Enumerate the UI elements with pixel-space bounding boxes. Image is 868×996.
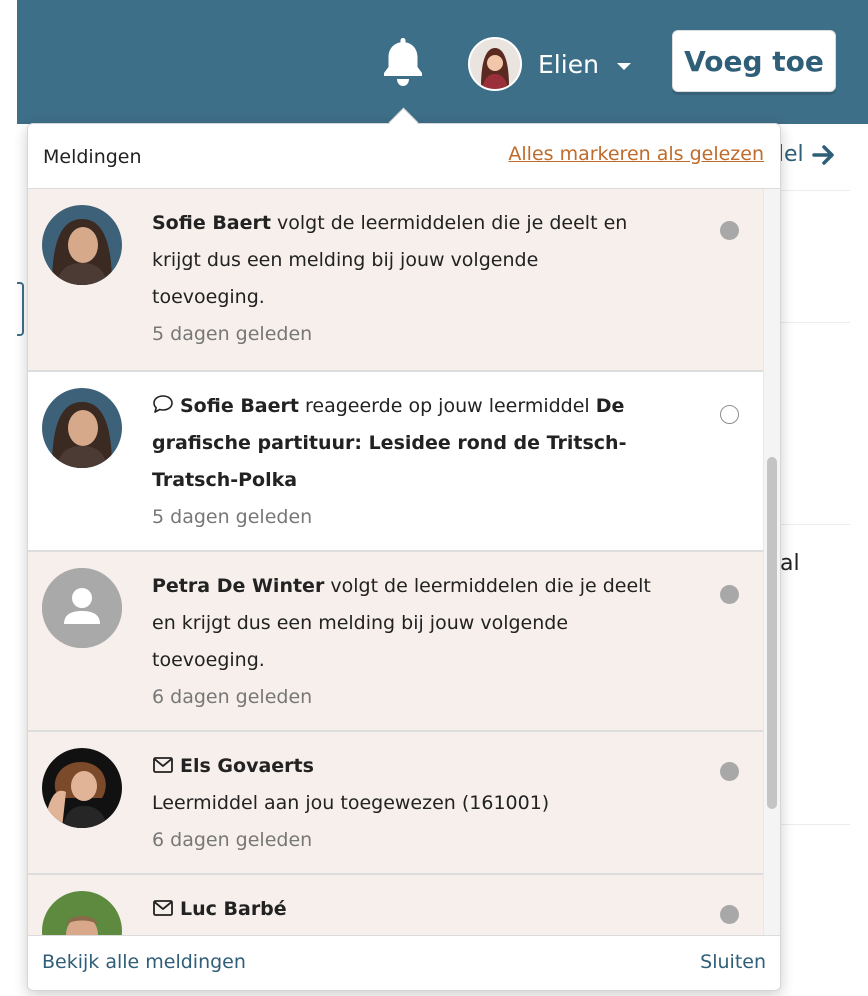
notification-content: Els Govaerts Leermiddel aan jou toegewez… bbox=[152, 748, 692, 859]
notification-content: Luc Barbé bbox=[152, 891, 692, 928]
notification-text: toevoeging. bbox=[152, 649, 265, 671]
unread-indicator[interactable] bbox=[720, 905, 739, 924]
arrow-right-icon bbox=[811, 144, 834, 165]
notification-text: toevoeging. bbox=[152, 286, 265, 308]
view-all-notifications-link[interactable]: Bekijk alle meldingen bbox=[42, 951, 246, 973]
notification-content: Sofie Baert reageerde op jouw leermiddel… bbox=[152, 388, 692, 536]
list-item[interactable]: Sofie Baert volgt de leermiddelen die je… bbox=[28, 189, 764, 372]
user-menu[interactable]: Elien bbox=[468, 36, 631, 92]
comment-icon bbox=[153, 395, 173, 413]
unread-indicator[interactable] bbox=[720, 762, 739, 781]
notification-author[interactable]: Sofie Baert bbox=[180, 395, 299, 417]
notification-object[interactable]: grafische partituur: Lesidee rond de Tri… bbox=[152, 432, 626, 454]
notification-author[interactable]: Luc Barbé bbox=[180, 898, 287, 920]
panel-footer: Bekijk alle meldingen Sluiten bbox=[28, 935, 780, 990]
avatar bbox=[468, 37, 522, 91]
list-item[interactable]: Luc Barbé bbox=[28, 875, 764, 935]
avatar bbox=[42, 748, 122, 828]
notification-text: reageerde op jouw leermiddel bbox=[305, 395, 590, 417]
page-left-margin bbox=[0, 0, 17, 996]
notification-author[interactable]: Sofie Baert bbox=[152, 212, 271, 234]
notification-object[interactable]: Tratsch-Polka bbox=[152, 469, 297, 491]
notification-text: volgt de leermiddelen die je deelt en bbox=[277, 212, 628, 234]
notification-object[interactable]: De bbox=[596, 395, 625, 417]
notification-time: 5 dagen geleden bbox=[152, 323, 313, 345]
list-item[interactable]: Sofie Baert reageerde op jouw leermiddel… bbox=[28, 372, 764, 552]
notification-content: Sofie Baert volgt de leermiddelen die je… bbox=[152, 205, 692, 353]
notification-text: en krijgt dus een melding bij jouw volge… bbox=[152, 612, 569, 634]
list-item[interactable]: Els Govaerts Leermiddel aan jou toegewez… bbox=[28, 732, 764, 875]
notification-content: Petra De Winter volgt de leermiddelen di… bbox=[152, 568, 692, 716]
scrollbar[interactable] bbox=[763, 189, 780, 935]
chevron-down-icon bbox=[616, 62, 631, 70]
read-indicator[interactable] bbox=[720, 405, 739, 424]
notification-author[interactable]: Petra De Winter bbox=[152, 575, 324, 597]
default-user-icon bbox=[42, 568, 122, 648]
close-link[interactable]: Sluiten bbox=[700, 951, 766, 973]
bell-icon[interactable] bbox=[380, 34, 426, 88]
notification-text: krijgt dus een melding bij jouw volgende bbox=[152, 249, 539, 271]
unread-indicator[interactable] bbox=[720, 585, 739, 604]
unread-indicator[interactable] bbox=[720, 221, 739, 240]
background-text: al bbox=[780, 551, 800, 576]
avatar bbox=[42, 891, 122, 935]
avatar bbox=[42, 205, 122, 285]
user-name: Elien bbox=[538, 49, 599, 79]
panel-title: Meldingen bbox=[43, 146, 142, 168]
avatar bbox=[42, 388, 122, 468]
list-item[interactable]: Petra De Winter volgt de leermiddelen di… bbox=[28, 552, 764, 732]
notification-text: volgt de leermiddelen die je deelt bbox=[330, 575, 651, 597]
mark-all-read-link[interactable]: Alles markeren als gelezen bbox=[508, 143, 764, 165]
notification-time: 6 dagen geleden bbox=[152, 686, 313, 708]
mail-icon bbox=[153, 757, 173, 773]
mail-icon bbox=[153, 900, 173, 916]
notifications-panel: Meldingen Alles markeren als gelezen Sof… bbox=[27, 123, 781, 991]
notification-time: 5 dagen geleden bbox=[152, 506, 313, 528]
notification-author[interactable]: Els Govaerts bbox=[180, 755, 314, 777]
notification-text: Leermiddel aan jou toegewezen (161001) bbox=[152, 792, 550, 814]
add-button[interactable]: Voeg toe bbox=[672, 30, 836, 92]
notification-time: 6 dagen geleden bbox=[152, 829, 313, 851]
scrollbar-thumb[interactable] bbox=[767, 457, 777, 809]
notification-list[interactable]: Sofie Baert volgt de leermiddelen die je… bbox=[28, 189, 764, 935]
